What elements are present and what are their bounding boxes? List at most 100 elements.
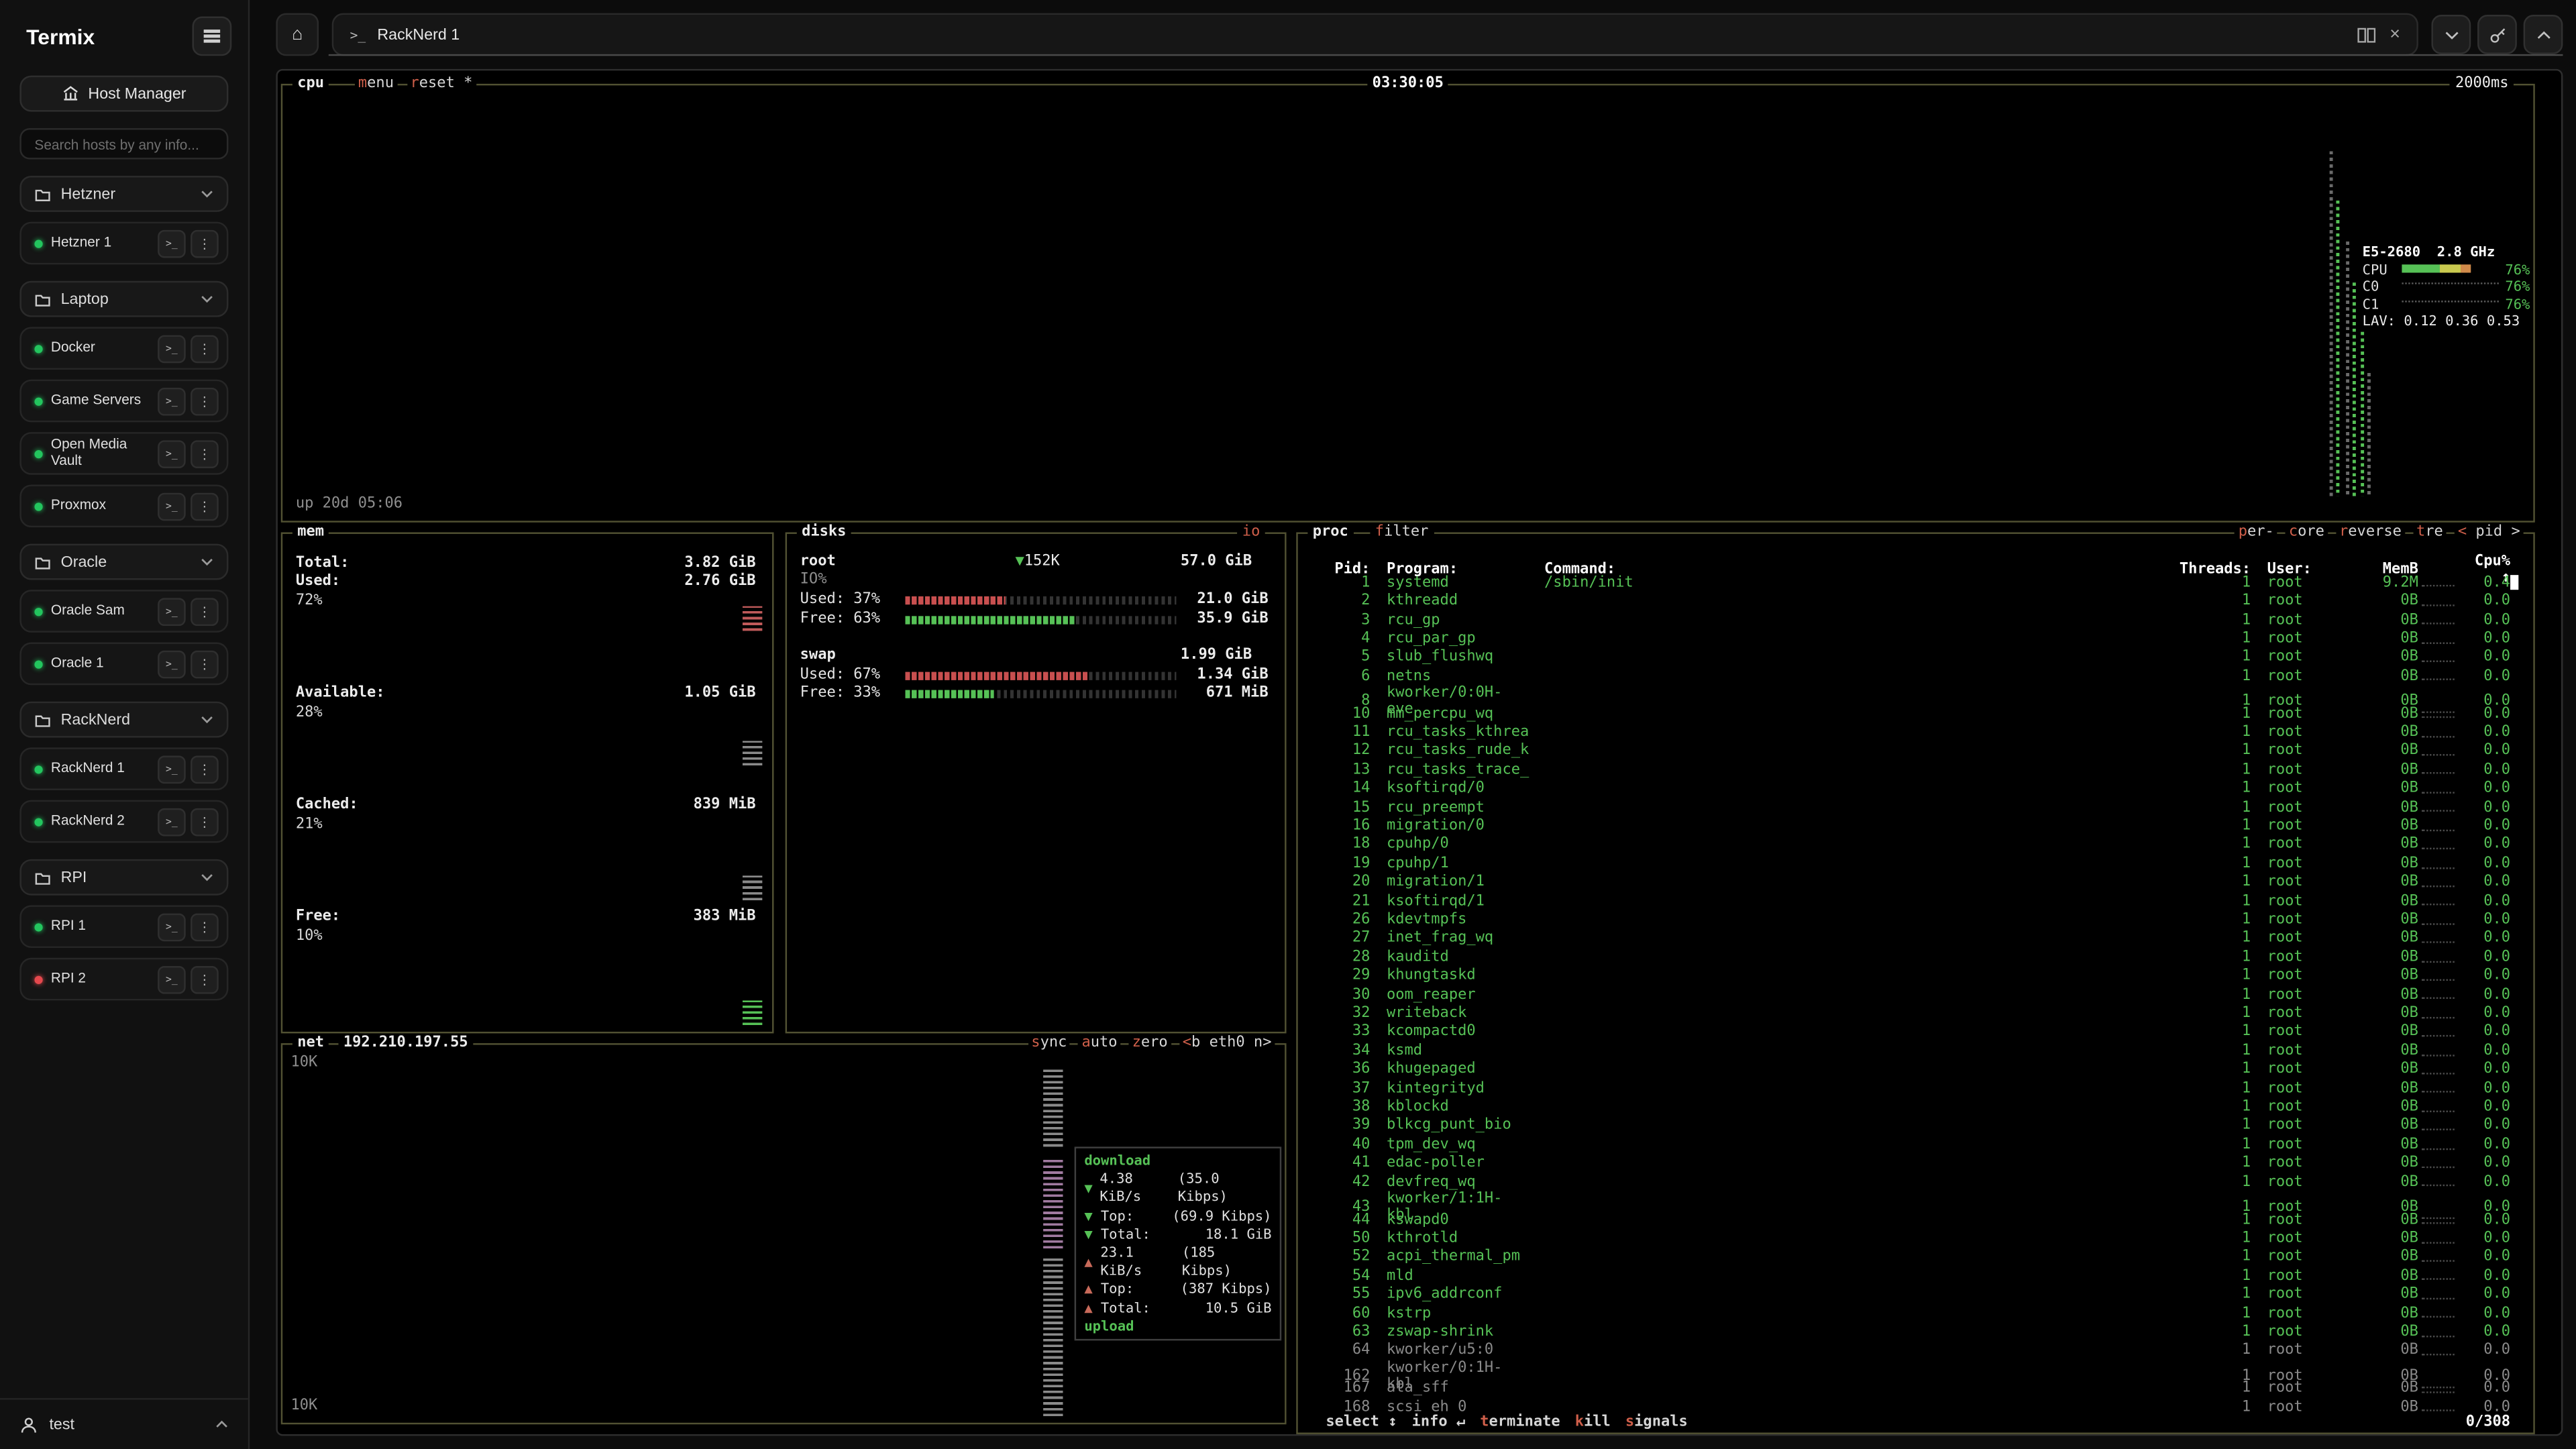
process-row[interactable]: 11 rcu_tasks_kthrea 1 root 0B 0.0 — [1311, 723, 2520, 742]
proc-action[interactable]: signals — [1623, 1415, 1689, 1431]
process-row[interactable]: 26 kdevtmpfs 1 root 0B 0.0 — [1311, 911, 2520, 930]
process-row[interactable]: 60 kstrp 1 root 0B 0.0 — [1311, 1304, 2520, 1323]
process-row[interactable]: 162 kworker/0:1H-kbl 1 root 0B 0.0 — [1311, 1360, 2520, 1379]
process-row[interactable]: 37 kintegrityd 1 root 0B 0.0 — [1311, 1079, 2520, 1098]
process-row[interactable]: 52 acpi_thermal_pm 1 root 0B 0.0 — [1311, 1248, 2520, 1267]
process-row[interactable]: 42 devfreq_wq 1 root 0B 0.0 — [1311, 1173, 2520, 1192]
home-button[interactable]: ⌂ — [276, 13, 319, 56]
server-tools-button[interactable] — [2477, 15, 2517, 54]
host-terminal-button[interactable]: >_ — [158, 912, 186, 941]
group-header[interactable]: Oracle — [19, 544, 228, 580]
process-row[interactable]: 4 rcu_par_gp 1 root 0B 0.0 — [1311, 629, 2520, 648]
proc-action[interactable]: kill — [1573, 1415, 1612, 1431]
process-row[interactable]: 168 scsi_eh_0 1 root 0B 0.0 — [1311, 1398, 2520, 1413]
host-terminal-button[interactable]: >_ — [158, 492, 186, 520]
group-header[interactable]: Laptop — [19, 281, 228, 317]
host-menu-button[interactable]: ⋮ — [191, 912, 219, 941]
search-input[interactable] — [19, 128, 228, 160]
process-row[interactable]: 38 kblockd 1 root 0B 0.0 — [1311, 1098, 2520, 1117]
proc-sort-option[interactable]: < pid > — [2455, 524, 2524, 540]
host-menu-button[interactable]: ⋮ — [191, 755, 219, 783]
host-menu-button[interactable]: ⋮ — [191, 808, 219, 836]
process-row[interactable]: 3 rcu_gp 1 root 0B 0.0 — [1311, 611, 2520, 630]
process-row[interactable]: 63 zswap-shrink 1 root 0B 0.0 — [1311, 1323, 2520, 1342]
host-terminal-button[interactable]: >_ — [158, 755, 186, 783]
process-row[interactable]: 5 slub_flushwq 1 root 0B 0.0 — [1311, 648, 2520, 667]
process-row[interactable]: 6 netns 1 root 0B 0.0 — [1311, 667, 2520, 686]
split-view-button[interactable] — [2357, 27, 2375, 42]
host-item[interactable]: RPI 1 >_ ⋮ — [19, 905, 228, 948]
process-row[interactable]: 29 khungtaskd 1 root 0B 0.0 — [1311, 967, 2520, 985]
proc-sort-option[interactable]: per- — [2235, 524, 2277, 540]
cpu-menu-item[interactable]: reset * — [407, 76, 476, 92]
host-menu-button[interactable]: ⋮ — [191, 965, 219, 994]
process-row[interactable]: 39 blkcg_punt_bio 1 root 0B 0.0 — [1311, 1117, 2520, 1136]
host-terminal-button[interactable]: >_ — [158, 650, 186, 678]
host-item[interactable]: Proxmox >_ ⋮ — [19, 484, 228, 527]
refresh-interval[interactable]: 2000ms — [2451, 76, 2514, 92]
host-item[interactable]: RPI 2 >_ ⋮ — [19, 958, 228, 1001]
process-row[interactable]: 44 kswapd0 1 root 0B 0.0 — [1311, 1210, 2520, 1229]
host-terminal-button[interactable]: >_ — [158, 965, 186, 994]
net-option[interactable]: sync — [1028, 1035, 1070, 1051]
process-row[interactable]: 18 cpuhp/0 1 root 0B 0.0 — [1311, 836, 2520, 855]
process-row[interactable]: 8 kworker/0:0H-eve 1 root 0B 0.0 — [1311, 686, 2520, 704]
process-row[interactable]: 55 ipv6_addrconf 1 root 0B 0.0 — [1311, 1285, 2520, 1304]
host-terminal-button[interactable]: >_ — [158, 229, 186, 258]
process-row[interactable]: 27 inet_frag_wq 1 root 0B 0.0 — [1311, 929, 2520, 948]
proc-action[interactable]: select ↕ — [1324, 1415, 1399, 1431]
process-row[interactable]: 28 kauditd 1 root 0B 0.0 — [1311, 948, 2520, 967]
process-row[interactable]: 34 ksmd 1 root 0B 0.0 — [1311, 1042, 2520, 1061]
host-terminal-button[interactable]: >_ — [158, 808, 186, 836]
cpu-menu-item[interactable]: menu — [355, 76, 397, 92]
host-menu-button[interactable]: ⋮ — [191, 439, 219, 468]
process-row[interactable]: 16 migration/0 1 root 0B 0.0 — [1311, 817, 2520, 836]
process-row[interactable]: 12 rcu_tasks_rude_k 1 root 0B 0.0 — [1311, 742, 2520, 761]
net-option[interactable]: auto — [1079, 1035, 1121, 1051]
process-row[interactable]: 13 rcu_tasks_trace_ 1 root 0B 0.0 — [1311, 761, 2520, 780]
host-menu-button[interactable]: ⋮ — [191, 650, 219, 678]
host-menu-button[interactable]: ⋮ — [191, 597, 219, 625]
proc-sort-option[interactable]: core — [2286, 524, 2328, 540]
host-terminal-button[interactable]: >_ — [158, 597, 186, 625]
host-menu-button[interactable]: ⋮ — [191, 387, 219, 415]
filter-button[interactable]: filter — [1370, 524, 1433, 540]
process-row[interactable]: 33 kcompactd0 1 root 0B 0.0 — [1311, 1023, 2520, 1042]
process-row[interactable]: 41 edac-poller 1 root 0B 0.0 — [1311, 1155, 2520, 1173]
process-row[interactable]: 2 kthreadd 1 root 0B 0.0 — [1311, 592, 2520, 611]
host-item[interactable]: RackNerd 2 >_ ⋮ — [19, 800, 228, 843]
host-item[interactable]: RackNerd 1 >_ ⋮ — [19, 747, 228, 790]
group-header[interactable]: Hetzner — [19, 176, 228, 212]
host-item[interactable]: Hetzner 1 >_ ⋮ — [19, 222, 228, 265]
expand-panel-button[interactable] — [2524, 15, 2563, 54]
host-item[interactable]: Oracle 1 >_ ⋮ — [19, 643, 228, 686]
process-row[interactable]: 19 cpuhp/1 1 root 0B 0.0 — [1311, 855, 2520, 873]
process-row[interactable]: 15 rcu_preempt 1 root 0B 0.0 — [1311, 798, 2520, 817]
process-row[interactable]: 36 khugepaged 1 root 0B 0.0 — [1311, 1061, 2520, 1079]
host-menu-button[interactable]: ⋮ — [191, 229, 219, 258]
host-terminal-button[interactable]: >_ — [158, 439, 186, 468]
proc-action[interactable]: info ↵ — [1410, 1415, 1467, 1431]
host-manager-button[interactable]: Host Manager — [19, 76, 228, 112]
host-item[interactable]: Oracle Sam >_ ⋮ — [19, 590, 228, 633]
net-option[interactable]: zero — [1129, 1035, 1171, 1051]
host-item[interactable]: Open Media Vault >_ ⋮ — [19, 432, 228, 475]
process-row[interactable]: 40 tpm_dev_wq 1 root 0B 0.0 — [1311, 1136, 2520, 1155]
process-row[interactable]: 10 mm_percpu_wq 1 root 0B 0.0 — [1311, 704, 2520, 723]
proc-sort-option[interactable]: reverse — [2336, 524, 2405, 540]
tab-racknerd-1[interactable]: >_ RackNerd 1 × — [332, 13, 2418, 56]
collapse-panel-button[interactable] — [2431, 15, 2471, 54]
process-row[interactable]: 64 kworker/u5:0 1 root 0B 0.0 — [1311, 1342, 2520, 1360]
host-item[interactable]: Game Servers >_ ⋮ — [19, 380, 228, 423]
process-row[interactable]: 32 writeback 1 root 0B 0.0 — [1311, 1004, 2520, 1023]
io-label[interactable]: io — [1237, 524, 1265, 540]
process-row[interactable]: 30 oom_reaper 1 root 0B 0.0 — [1311, 985, 2520, 1004]
proc-sort-option[interactable]: tre — [2413, 524, 2447, 540]
process-row[interactable]: 20 migration/1 1 root 0B 0.0 — [1311, 873, 2520, 892]
host-menu-button[interactable]: ⋮ — [191, 492, 219, 520]
terminal-view[interactable]: cpu menureset * 03:30:05 2000ms E5-2680 … — [276, 69, 2563, 1436]
host-menu-button[interactable]: ⋮ — [191, 334, 219, 362]
process-row[interactable]: 14 ksoftirqd/0 1 root 0B 0.0 — [1311, 780, 2520, 798]
sidebar-collapse-button[interactable] — [193, 16, 232, 56]
process-row[interactable]: 167 ata_sff 1 root 0B 0.0 — [1311, 1379, 2520, 1398]
